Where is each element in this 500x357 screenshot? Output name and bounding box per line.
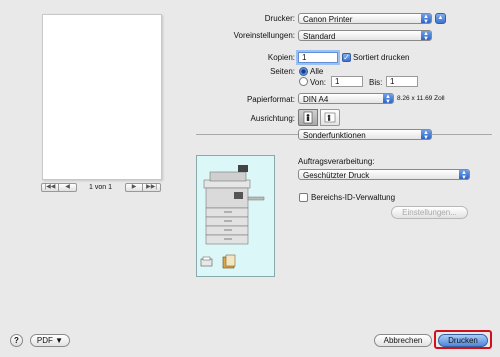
portrait-button[interactable]	[298, 109, 318, 126]
next-page-icon: ▶	[131, 184, 137, 190]
last-page-button[interactable]: ▶▶|	[143, 183, 161, 192]
printer-popup[interactable]: Canon Printer ▲ ▼	[298, 13, 432, 25]
from-input[interactable]: 1	[331, 76, 363, 87]
copies-input[interactable]: 1	[298, 52, 338, 63]
page-preview	[42, 14, 162, 180]
dept-id-checkbox[interactable]	[299, 193, 308, 202]
pdf-button[interactable]: PDF ▼	[30, 334, 70, 347]
popup-arrows-icon: ▲ ▼	[459, 170, 469, 181]
pages-all-label: Alle	[310, 67, 324, 76]
printer-label: Drucker:	[264, 14, 295, 23]
secure-print-icon	[200, 256, 214, 268]
presets-popup[interactable]: Standard ▲ ▼	[298, 30, 432, 42]
dept-id-label: Bereichs-ID-Verwaltung	[311, 193, 396, 202]
pages-range-radio[interactable]	[299, 77, 308, 86]
last-page-icon: ▶▶|	[146, 184, 157, 190]
printer-value: Canon Printer	[303, 15, 353, 24]
collate-label: Sortiert drucken	[353, 53, 410, 62]
pages-label: Seiten:	[270, 67, 295, 76]
job-label: Auftragsverarbeitung:	[298, 157, 375, 166]
portrait-orientation-icon	[303, 111, 313, 124]
job-value: Geschützter Druck	[303, 171, 370, 180]
copies-label: Kopien:	[267, 53, 295, 62]
page-indicator: 1 von 1	[89, 184, 112, 191]
paper-value: DIN A4	[303, 95, 329, 104]
landscape-orientation-icon	[324, 112, 336, 123]
popup-arrows-icon: ▲ ▼	[421, 14, 431, 25]
paper-dimensions: 8.26 x 11.69 Zoll	[397, 95, 445, 102]
collate-checkbox[interactable]: ✓	[342, 53, 351, 62]
first-page-icon: |◀◀	[44, 184, 56, 190]
paper-popup[interactable]: DIN A4 ▲ ▼	[298, 93, 394, 105]
popup-arrows-icon: ▲ ▼	[421, 31, 431, 42]
first-page-button[interactable]: |◀◀	[41, 183, 59, 192]
next-page-button[interactable]: ▶	[125, 183, 143, 192]
job-popup[interactable]: Geschützter Druck ▲ ▼	[298, 169, 470, 181]
cancel-button[interactable]: Abbrechen	[374, 334, 432, 347]
expand-button[interactable]: ▲	[435, 13, 446, 24]
presets-value: Standard	[303, 32, 336, 41]
paper-label: Papierformat:	[246, 95, 295, 104]
printer-illustration	[196, 155, 275, 277]
popup-arrows-icon: ▲ ▼	[421, 130, 431, 141]
orientation-label: Ausrichtung:	[250, 114, 295, 123]
panel-popup[interactable]: Sonderfunktionen ▲ ▼	[298, 129, 432, 141]
to-label: Bis:	[369, 78, 383, 87]
from-label: Von:	[310, 78, 327, 87]
popup-arrows-icon: ▲ ▼	[383, 94, 393, 105]
to-input[interactable]: 1	[386, 76, 418, 87]
help-icon: ?	[14, 336, 19, 345]
landscape-button[interactable]	[320, 109, 340, 126]
panel-value: Sonderfunktionen	[303, 131, 366, 140]
previous-page-button[interactable]: ◀	[59, 183, 77, 192]
documents-icon	[221, 254, 237, 270]
settings-button[interactable]: Einstellungen...	[391, 206, 468, 219]
presets-label: Voreinstellungen:	[233, 31, 295, 40]
disclosure-triangle-icon: ▲	[437, 15, 444, 21]
help-button[interactable]: ?	[10, 334, 23, 347]
previous-page-icon: ◀	[65, 184, 70, 190]
print-button[interactable]: Drucken	[438, 334, 488, 347]
pages-all-radio[interactable]	[299, 67, 308, 76]
page-navigation: |◀◀ ◀ 1 von 1 ▶ ▶▶|	[41, 183, 161, 193]
